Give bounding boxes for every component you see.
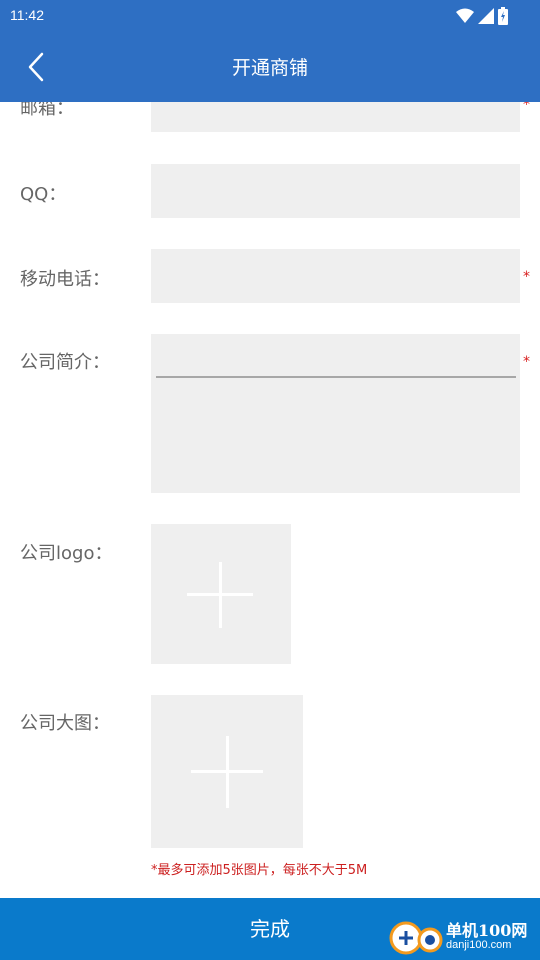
logo-upload-button[interactable] <box>151 524 291 664</box>
intro-field[interactable] <box>151 334 520 493</box>
watermark-url: danji100.com <box>446 939 512 951</box>
watermark-logo <box>389 921 443 955</box>
mobile-field[interactable] <box>151 249 520 303</box>
status-time: 11:42 <box>10 7 44 23</box>
banner-label: 公司大图： <box>20 713 110 734</box>
site-watermark: 单机100网 danji100.com <box>388 913 534 959</box>
battery-icon <box>498 7 508 25</box>
status-bar: 11:42 <box>0 0 540 32</box>
logo-label: 公司logo： <box>20 543 113 564</box>
email-label: 邮箱： <box>20 102 74 119</box>
qq-label: QQ： <box>20 184 67 205</box>
shop-form: 邮箱： * QQ： 移动电话： * 公司简介： * 公司logo： 公司大图： <box>0 102 540 898</box>
app-header: 11:42 开通商铺 <box>0 0 540 102</box>
signal-icon <box>478 8 494 24</box>
mobile-required-mark: * <box>523 269 530 285</box>
email-required-mark: * <box>523 102 530 113</box>
email-field[interactable] <box>151 102 520 132</box>
text-input-underline <box>156 376 516 378</box>
intro-label: 公司简介： <box>20 352 110 373</box>
qq-field[interactable] <box>151 164 520 218</box>
intro-required-mark: * <box>523 354 530 370</box>
upload-hint: *最多可添加5张图片，每张不大于5M <box>151 863 368 878</box>
banner-upload-button[interactable] <box>151 695 303 848</box>
page-title: 开通商铺 <box>231 57 308 79</box>
wifi-icon <box>456 8 474 23</box>
mobile-label: 移动电话： <box>20 269 110 290</box>
status-icons <box>456 6 508 26</box>
watermark-title: 单机100网 <box>446 921 528 940</box>
